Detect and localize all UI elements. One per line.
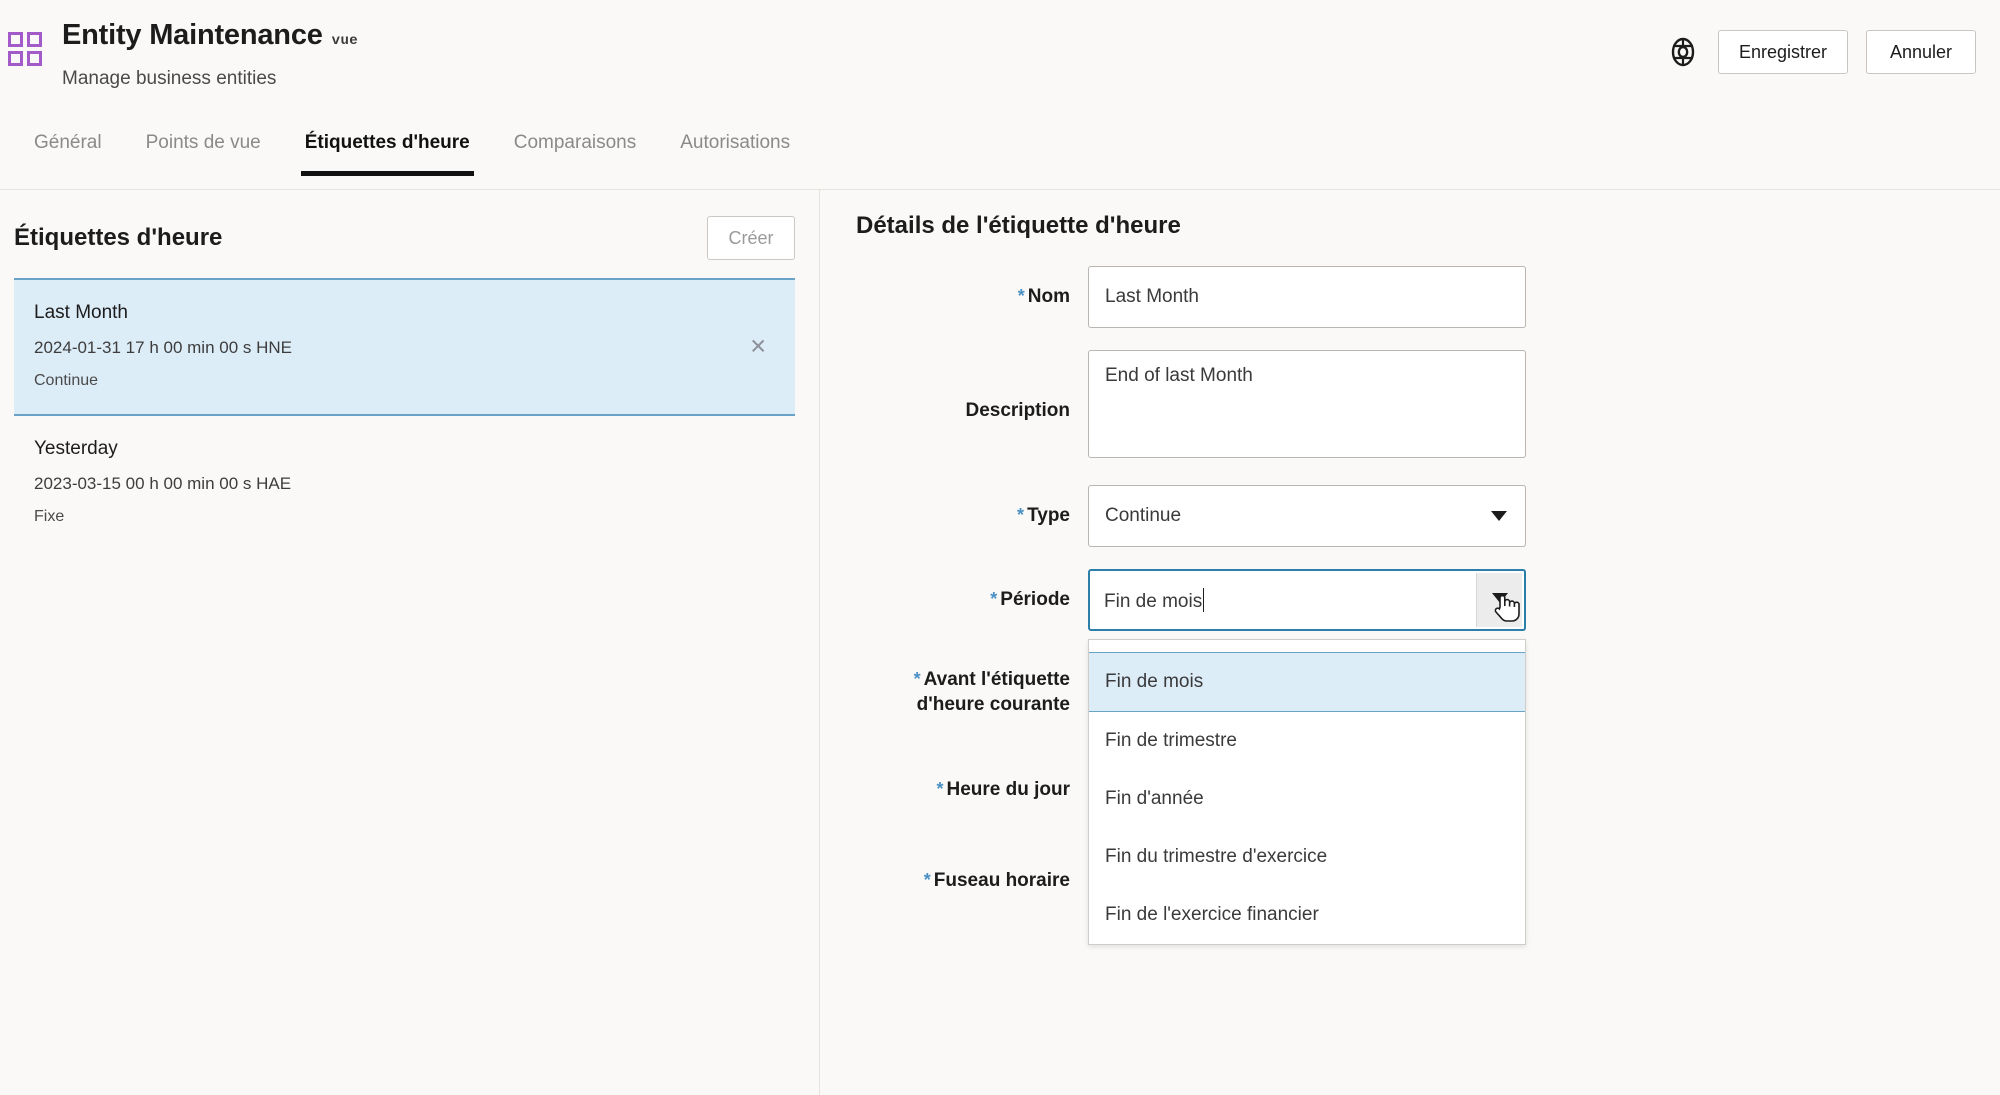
dropdown-option[interactable]: Fin de trimestre bbox=[1089, 712, 1525, 770]
required-marker: * bbox=[923, 870, 931, 890]
periode-combobox[interactable]: Fin de mois bbox=[1088, 569, 1526, 631]
required-marker: * bbox=[1017, 286, 1025, 306]
time-label-list: Last Month 2024-01-31 17 h 00 min 00 s H… bbox=[14, 278, 795, 550]
app-header: Entity Maintenance vue Manage business e… bbox=[0, 0, 2000, 118]
periode-dropdown-toggle[interactable] bbox=[1476, 573, 1522, 627]
list-item-type: Fixe bbox=[34, 508, 65, 525]
tab-points-de-vue[interactable]: Points de vue bbox=[124, 118, 283, 176]
page-title: Entity Maintenance bbox=[62, 19, 323, 51]
create-button[interactable]: Créer bbox=[707, 216, 795, 260]
list-item[interactable]: Last Month 2024-01-31 17 h 00 min 00 s H… bbox=[14, 278, 795, 416]
tab-comparaisons[interactable]: Comparaisons bbox=[492, 118, 659, 176]
time-labels-panel: Étiquettes d'heure Créer Last Month 2024… bbox=[0, 190, 820, 1095]
label-type: * Type bbox=[1017, 505, 1070, 526]
field-row-nom: * Nom bbox=[856, 266, 2000, 328]
details-panel: Détails de l'étiquette d'heure *Nom Desc… bbox=[820, 190, 2000, 1095]
list-item-date: 2023-03-15 00 h 00 min 00 s HAE bbox=[34, 474, 292, 493]
panel-title: Étiquettes d'heure bbox=[14, 224, 223, 251]
type-select-value: Continue bbox=[1105, 505, 1182, 526]
label-heure-du-jour: * Heure du jour bbox=[936, 779, 1070, 800]
type-select[interactable]: Continue bbox=[1088, 485, 1526, 547]
required-marker: * bbox=[990, 589, 998, 609]
header-actions: Enregistrer Annuler bbox=[1666, 30, 1976, 74]
field-row-periode: * Période Fin de mois Fin de mois Fin de… bbox=[856, 569, 2000, 945]
label-fuseau-horaire: * Fuseau horaire bbox=[923, 870, 1070, 891]
tab-bar: Général Points de vue Étiquettes d'heure… bbox=[0, 118, 2000, 190]
list-item-date: 2024-01-31 17 h 00 min 00 s HNE bbox=[34, 338, 292, 357]
body-split: Étiquettes d'heure Créer Last Month 2024… bbox=[0, 190, 2000, 1095]
save-button[interactable]: Enregistrer bbox=[1717, 30, 1848, 74]
details-title: Détails de l'étiquette d'heure bbox=[856, 212, 1181, 239]
required-marker: * bbox=[913, 669, 921, 689]
panel-header: Étiquettes d'heure Créer bbox=[14, 212, 795, 264]
gear-icon[interactable] bbox=[1666, 35, 1700, 69]
chevron-down-icon bbox=[1491, 593, 1508, 603]
required-marker: * bbox=[1017, 505, 1025, 525]
required-marker: * bbox=[936, 779, 944, 799]
list-item[interactable]: Yesterday 2023-03-15 00 h 00 min 00 s HA… bbox=[14, 416, 795, 550]
list-item-type: Continue bbox=[34, 372, 99, 389]
dropdown-option[interactable]: Fin de l'exercice financier bbox=[1089, 886, 1525, 944]
chevron-down-icon bbox=[1491, 511, 1507, 521]
description-input[interactable]: End of last Month bbox=[1088, 350, 1526, 458]
list-item-name: Last Month bbox=[34, 302, 128, 323]
dropdown-option[interactable]: Fin de mois bbox=[1089, 652, 1525, 712]
nom-input[interactable] bbox=[1088, 266, 1526, 328]
tab-autorisations[interactable]: Autorisations bbox=[658, 118, 812, 176]
periode-input-value: Fin de mois bbox=[1090, 587, 1205, 613]
label-description: Description bbox=[965, 400, 1070, 421]
label-periode: * Période bbox=[990, 589, 1070, 610]
periode-dropdown-list[interactable]: Fin de mois Fin de trimestre Fin d'année… bbox=[1088, 639, 1526, 945]
tab-general[interactable]: Général bbox=[12, 118, 124, 176]
field-row-description: Description End of last Month bbox=[856, 350, 2000, 463]
label-nom: * Nom bbox=[1017, 286, 1070, 307]
label-avant-etiquette: * Avant l'étiquette d'heure courante bbox=[913, 669, 1070, 715]
dropdown-option[interactable]: Fin du trimestre d'exercice bbox=[1089, 828, 1525, 886]
grid-squares-icon bbox=[8, 32, 42, 66]
close-icon[interactable]: ✕ bbox=[749, 337, 767, 358]
field-row-type: * Type Continue bbox=[856, 485, 2000, 547]
tab-etiquettes-dheure[interactable]: Étiquettes d'heure bbox=[283, 118, 492, 176]
title-badge: vue bbox=[331, 33, 359, 49]
details-form: *Nom Description End of last Month *Type bbox=[856, 266, 2000, 945]
dropdown-option[interactable]: Fin d'année bbox=[1089, 770, 1525, 828]
list-item-name: Yesterday bbox=[34, 438, 118, 459]
cancel-button[interactable]: Annuler bbox=[1866, 30, 1976, 74]
text-caret bbox=[1203, 587, 1205, 612]
